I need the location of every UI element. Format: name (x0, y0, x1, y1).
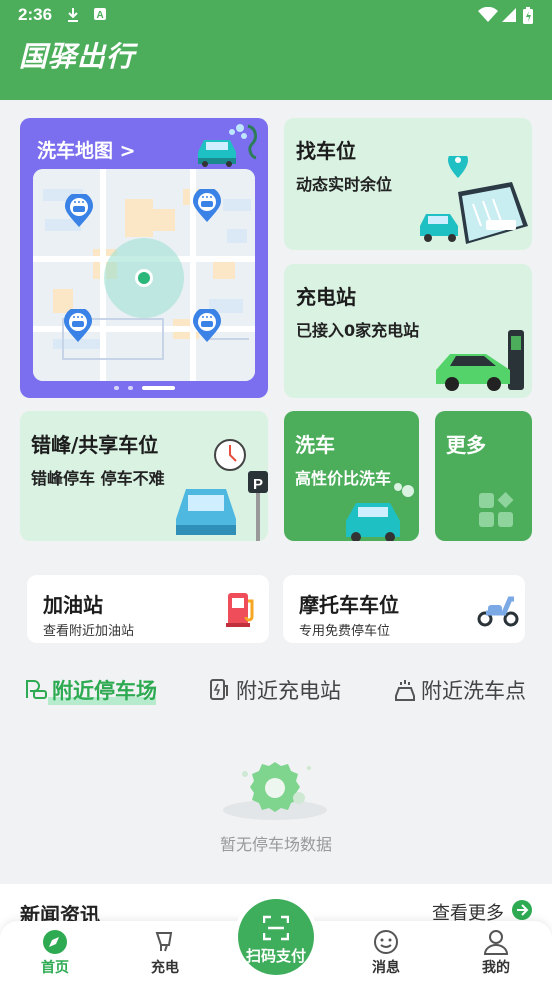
shared-parking-card[interactable]: 错峰/共享车位 错峰停车 停车不难 P (20, 411, 268, 541)
empty-state-text: 暂无停车场数据 (219, 835, 332, 854)
scan-pay-button[interactable]: 扫码支付 (234, 895, 318, 979)
battery-icon (523, 7, 533, 24)
carousel-dot-active (142, 386, 175, 390)
compass-home-icon (43, 930, 67, 954)
tab-nearby-parking-label: 附近停车场 (52, 679, 157, 703)
app-header: 2:36 A 国驿出行 (0, 0, 552, 100)
wash-map-title: 洗车地图 > (37, 140, 136, 162)
parking-tab-icon (26, 680, 47, 699)
charging-station-subtitle: 已接入0家充电站 (296, 321, 420, 340)
charging-station-card[interactable]: 充电站 已接入0家充电站 (284, 264, 532, 398)
motorcycle-parking-subtitle: 专用免费停车位 (299, 624, 391, 639)
phone-parking-illustration (420, 156, 528, 244)
app-title: 国驿出行 (19, 40, 136, 73)
nav-charge[interactable]: 充电 (125, 921, 205, 983)
wash-location-pin-icon (65, 194, 93, 227)
wash-map-card[interactable]: 洗车地图 > (20, 118, 268, 398)
scooter-icon (477, 596, 519, 627)
scan-pay-label: 扫码支付 (245, 947, 306, 965)
car-wash-tab-icon (395, 680, 415, 701)
wash-location-pin-icon (193, 189, 221, 222)
carousel-dot (128, 386, 133, 390)
find-parking-subtitle: 动态实时余位 (296, 175, 393, 194)
motorcycle-parking-link[interactable]: 摩托车车位 专用免费停车位 (283, 575, 525, 643)
tab-nearby-wash-label: 附近洗车点 (421, 679, 526, 703)
nav-mine[interactable]: 我的 (456, 921, 536, 983)
shared-parking-subtitle: 错峰停车 停车不难 (31, 469, 165, 488)
nav-home-label: 首页 (41, 960, 69, 976)
nav-charge-label: 充电 (151, 960, 179, 976)
download-icon (68, 8, 78, 22)
car-wash-illustration (346, 483, 414, 541)
parking-sign-car-illustration: P (176, 439, 268, 541)
empty-data-icon (223, 762, 327, 820)
tab-nearby-charging-label: 附近充电站 (236, 679, 341, 703)
find-parking-card[interactable]: 找车位 动态实时余位 (284, 118, 532, 250)
gas-station-link[interactable]: 加油站 查看附近加油站 (27, 575, 269, 643)
carousel-dot (114, 386, 119, 390)
svg-text:A: A (97, 10, 104, 21)
wash-location-pin-icon (64, 309, 92, 342)
nav-messages[interactable]: 消息 (346, 921, 426, 983)
scan-code-icon (263, 915, 289, 941)
find-parking-title: 找车位 (296, 139, 356, 163)
grid-apps-icon (479, 492, 514, 527)
wash-car-illustration (198, 124, 257, 167)
status-bar: 2:36 A (0, 0, 552, 30)
gas-station-subtitle: 查看附近加油站 (43, 624, 135, 639)
scan-pay-circle: 扫码支付 (238, 899, 314, 975)
gas-pump-icon (226, 593, 254, 627)
shared-parking-title: 错峰/共享车位 (31, 433, 159, 457)
electric-car-illustration (436, 330, 524, 391)
motorcycle-parking-title: 摩托车车位 (299, 593, 399, 617)
nav-mine-label: 我的 (482, 960, 510, 976)
nav-home[interactable]: 首页 (15, 921, 95, 983)
nav-messages-label: 消息 (372, 960, 400, 976)
car-wash-title: 洗车 (295, 433, 335, 457)
arrow-right-circle-icon (512, 900, 532, 920)
more-title: 更多 (446, 433, 486, 457)
svg-text:P: P (253, 476, 263, 493)
gas-station-title: 加油站 (43, 593, 103, 617)
wifi-icon (478, 7, 498, 22)
car-wash-card[interactable]: 洗车 高性价比洗车 (284, 411, 419, 541)
message-smile-icon (374, 930, 398, 954)
notification-a-icon: A (94, 8, 106, 21)
charging-station-title: 充电站 (296, 285, 356, 309)
charging-plug-icon (155, 932, 173, 952)
status-time: 2:36 (18, 5, 53, 24)
charging-tab-icon (210, 679, 228, 700)
user-profile-icon (483, 930, 509, 955)
signal-icon (502, 8, 516, 22)
more-card[interactable]: 更多 (435, 411, 532, 541)
wash-location-pin-icon (193, 309, 221, 342)
